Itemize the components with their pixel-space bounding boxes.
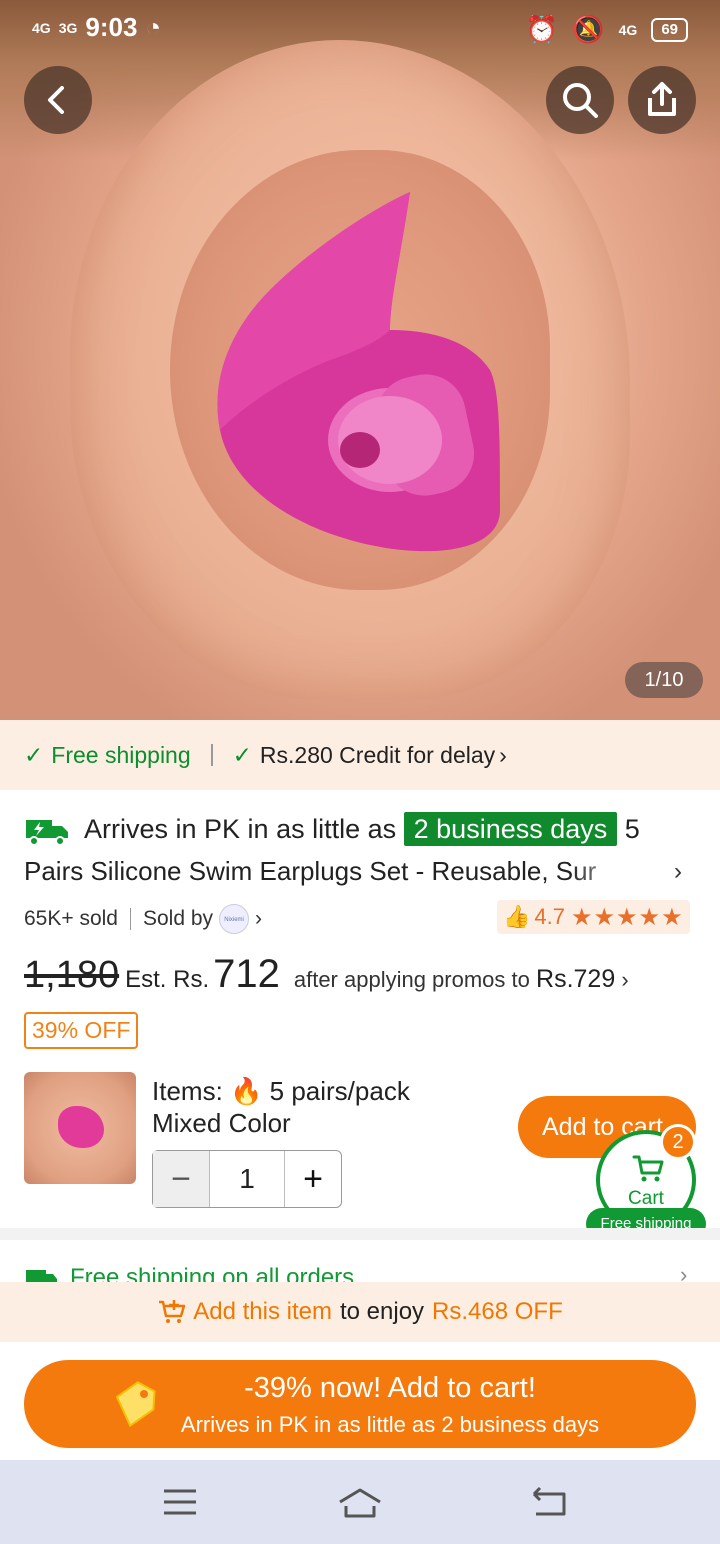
fast-delivery-icon (26, 819, 68, 846)
section-divider (0, 1228, 720, 1240)
chevron-right-icon: › (621, 967, 629, 992)
increase-quantity-button[interactable]: + (285, 1151, 341, 1207)
status-bar: 4G 3G 9:03 ◔ ⏰ 🔕 4G 69 (0, 0, 720, 56)
sold-by-label[interactable]: Sold by (143, 907, 213, 931)
chevron-right-icon[interactable]: › (674, 858, 682, 886)
bottom-cta-area: -39% now! Add to cart! Arrives in PK in … (0, 1342, 720, 1460)
free-shipping-all-orders: Free shipping on all orders (70, 1264, 355, 1282)
price-row: 1,180 Est. Rs. 712 after applying promos… (24, 952, 629, 997)
search-button[interactable] (546, 66, 614, 134)
thumbs-up-icon: 👍 (503, 904, 531, 929)
cart-count-badge: 2 (660, 1124, 696, 1160)
sync-icon: ◔ (145, 12, 162, 42)
cta-headline: -39% now! Add to cart! (244, 1372, 536, 1404)
earplug-image (217, 192, 500, 552)
promo-price: Rs.729 (536, 965, 616, 993)
back-button[interactable] (24, 66, 92, 134)
divider (130, 908, 131, 930)
star-rating-icons: ★★★★★ (571, 903, 684, 931)
share-button[interactable] (628, 66, 696, 134)
variant-thumbnail[interactable] (24, 1072, 136, 1184)
chevron-right-icon: › (499, 741, 507, 768)
rating-badge[interactable]: 👍 4.7 ★★★★★ (497, 900, 690, 934)
items-row: Items: 🔥 5 pairs/pack (152, 1076, 410, 1107)
promo-prefix: after applying promos to (293, 967, 530, 992)
color-value: Mixed Color (152, 1108, 291, 1138)
chevron-right-icon[interactable]: › (255, 907, 262, 931)
share-icon (648, 82, 676, 116)
add-to-cart-cta-button[interactable]: -39% now! Add to cart! Arrives in PK in … (24, 1360, 696, 1448)
chevron-right-icon: › (680, 1262, 688, 1282)
promo-text[interactable]: after applying promos to Rs.729 › (294, 965, 629, 994)
free-shipping-row[interactable]: Free shipping on all orders › (0, 1240, 720, 1282)
discount-badge: 39% OFF (24, 1012, 139, 1049)
check-icon: ✓ (24, 741, 44, 768)
current-price: 712 (213, 952, 280, 996)
items-value: 5 pairs/pack (269, 1076, 410, 1106)
network-indicator-3: 4G (618, 21, 638, 38)
product-image-carousel[interactable]: 4G 3G 9:03 ◔ ⏰ 🔕 4G 69 1/10 (0, 0, 720, 720)
cart-label: Cart (628, 1188, 664, 1209)
to-enjoy-text: to enjoy (339, 1298, 425, 1325)
items-label: Items: (152, 1076, 223, 1106)
alarm-icon: ⏰ (525, 14, 559, 44)
search-icon (563, 83, 598, 118)
discount-amount: Rs.468 OFF (432, 1298, 563, 1325)
original-price: 1,180 (24, 954, 120, 996)
battery-indicator: 69 (651, 17, 688, 42)
cta-subline: Arrives in PK in as little as 2 business… (180, 1412, 600, 1437)
check-icon: ✓ (232, 741, 252, 768)
cart-plus-icon (159, 1300, 186, 1323)
decrease-quantity-button[interactable]: − (153, 1151, 209, 1207)
home-icon[interactable] (336, 1486, 384, 1520)
delivery-truck-icon (26, 1270, 57, 1282)
add-item-link: Add this item (193, 1298, 332, 1325)
free-shipping-label: Free shipping (51, 741, 191, 768)
quantity-value[interactable]: 1 (209, 1151, 285, 1207)
back-nav-icon[interactable] (530, 1486, 570, 1518)
arrive-text: Arrives in PK in as little as (84, 814, 397, 844)
est-label: Est. Rs. (125, 966, 210, 993)
shipping-benefits-strip[interactable]: ✓ Free shipping ✓ Rs.280 Credit for dela… (0, 720, 720, 790)
mute-icon: 🔕 (572, 14, 605, 44)
product-info: Arrives in PK in as little as 2 business… (0, 790, 720, 1240)
quantity-stepper: − 1 + (152, 1150, 342, 1208)
divider (210, 744, 213, 766)
delay-credit-label: Rs.280 Credit for delay (259, 741, 496, 768)
title-fade (570, 854, 640, 890)
business-days-badge: 2 business days (403, 812, 618, 846)
clock: 9:03 (85, 12, 138, 42)
menu-icon[interactable] (162, 1486, 198, 1518)
sales-row: 65K+ sold Sold by Nixiemi › (24, 904, 262, 934)
cart-icon (632, 1155, 664, 1182)
product-title[interactable]: Pairs Silicone Swim Earplugs Set - Reusa… (24, 856, 634, 887)
sold-count: 65K+ sold (24, 907, 118, 930)
seller-logo[interactable]: Nixiemi (219, 904, 250, 934)
delivery-estimate: Arrives in PK in as little as 2 business… (24, 812, 640, 846)
image-counter: 1/10 (625, 662, 703, 698)
fire-icon: 🔥 (230, 1076, 263, 1106)
title-first-word: 5 (624, 814, 640, 844)
back-icon (48, 86, 64, 114)
rating-value: 4.7 (534, 904, 565, 929)
network-indicator-2: 3G (58, 19, 78, 36)
earplug-thumbnail (58, 1106, 104, 1148)
network-indicator-1: 4G (32, 19, 51, 36)
add-item-promo-bar[interactable]: Add this item to enjoy Rs.468 OFF (0, 1282, 720, 1342)
system-navigation-bar (0, 1460, 720, 1544)
